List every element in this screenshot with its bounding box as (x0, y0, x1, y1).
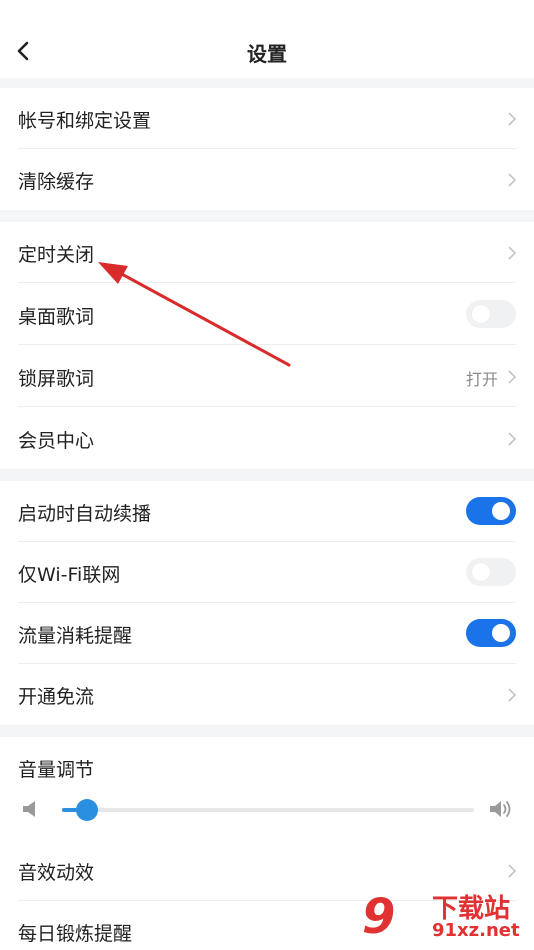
row-lockscreen-lyrics[interactable]: 锁屏歌词 打开 (0, 346, 534, 407)
row-member-center[interactable]: 会员中心 (0, 408, 534, 469)
row-clear-cache[interactable]: 清除缓存 (0, 149, 534, 210)
chevron-right-icon (508, 432, 517, 446)
section-gap (0, 78, 534, 88)
row-label: 启动时自动续播 (18, 503, 152, 525)
toggle-knob (492, 624, 510, 642)
row-value: 打开 (465, 370, 498, 389)
auto-resume-toggle[interactable] (466, 497, 516, 525)
row-label: 音效动效 (18, 862, 95, 884)
row-data-alert: 流量消耗提醒 (0, 603, 534, 664)
toggle-knob (492, 502, 510, 520)
chevron-right-icon (508, 370, 517, 384)
section-gap (0, 469, 534, 481)
row-label: 锁屏歌词 (18, 368, 95, 390)
chevron-right-icon (508, 246, 517, 260)
volume-slider-row (0, 786, 534, 832)
volume-slider-thumb[interactable] (75, 799, 98, 821)
row-free-data[interactable]: 开通免流 (0, 664, 534, 725)
row-label: 每日锻炼提醒 (18, 923, 133, 945)
row-desktop-lyrics: 桌面歌词 (0, 284, 534, 345)
row-volume: 音量调节 (0, 737, 534, 787)
chevron-right-icon (508, 864, 517, 878)
desktop-lyrics-toggle[interactable] (466, 300, 516, 328)
row-wifi-only: 仅Wi-Fi联网 (0, 542, 534, 603)
row-label: 会员中心 (18, 430, 95, 452)
volume-slider[interactable] (62, 799, 474, 821)
divider (18, 344, 516, 345)
watermark-url: 91xz.net (432, 920, 520, 941)
toggle-knob (472, 305, 490, 323)
toggle-knob (472, 563, 490, 581)
row-sleep-timer[interactable]: 定时关闭 (0, 222, 534, 283)
chevron-right-icon (508, 173, 517, 187)
row-label: 音量调节 (18, 759, 95, 781)
section-gap (0, 210, 534, 222)
row-auto-resume: 启动时自动续播 (0, 481, 534, 542)
header-bar: 设置 (0, 0, 534, 78)
watermark-logo: 9 下载站 91xz.net (362, 888, 530, 946)
divider (18, 282, 516, 283)
row-label: 帐号和绑定设置 (18, 110, 152, 132)
row-label: 仅Wi-Fi联网 (18, 564, 121, 586)
row-label: 定时关闭 (18, 244, 95, 266)
chevron-right-icon (508, 112, 517, 126)
row-label: 开通免流 (18, 686, 95, 708)
divider (18, 406, 516, 407)
row-label: 桌面歌词 (18, 306, 95, 328)
volume-high-icon (490, 801, 511, 817)
watermark-number: 9 (362, 889, 396, 945)
section-gap (0, 725, 534, 737)
row-label: 清除缓存 (18, 171, 95, 193)
wifi-only-toggle[interactable] (466, 558, 516, 586)
volume-mute-icon (23, 801, 35, 817)
page-title: 设置 (247, 42, 287, 66)
chevron-right-icon (508, 688, 517, 702)
row-account-binding[interactable]: 帐号和绑定设置 (0, 88, 534, 149)
row-label: 流量消耗提醒 (18, 625, 133, 647)
data-alert-toggle[interactable] (466, 619, 516, 647)
